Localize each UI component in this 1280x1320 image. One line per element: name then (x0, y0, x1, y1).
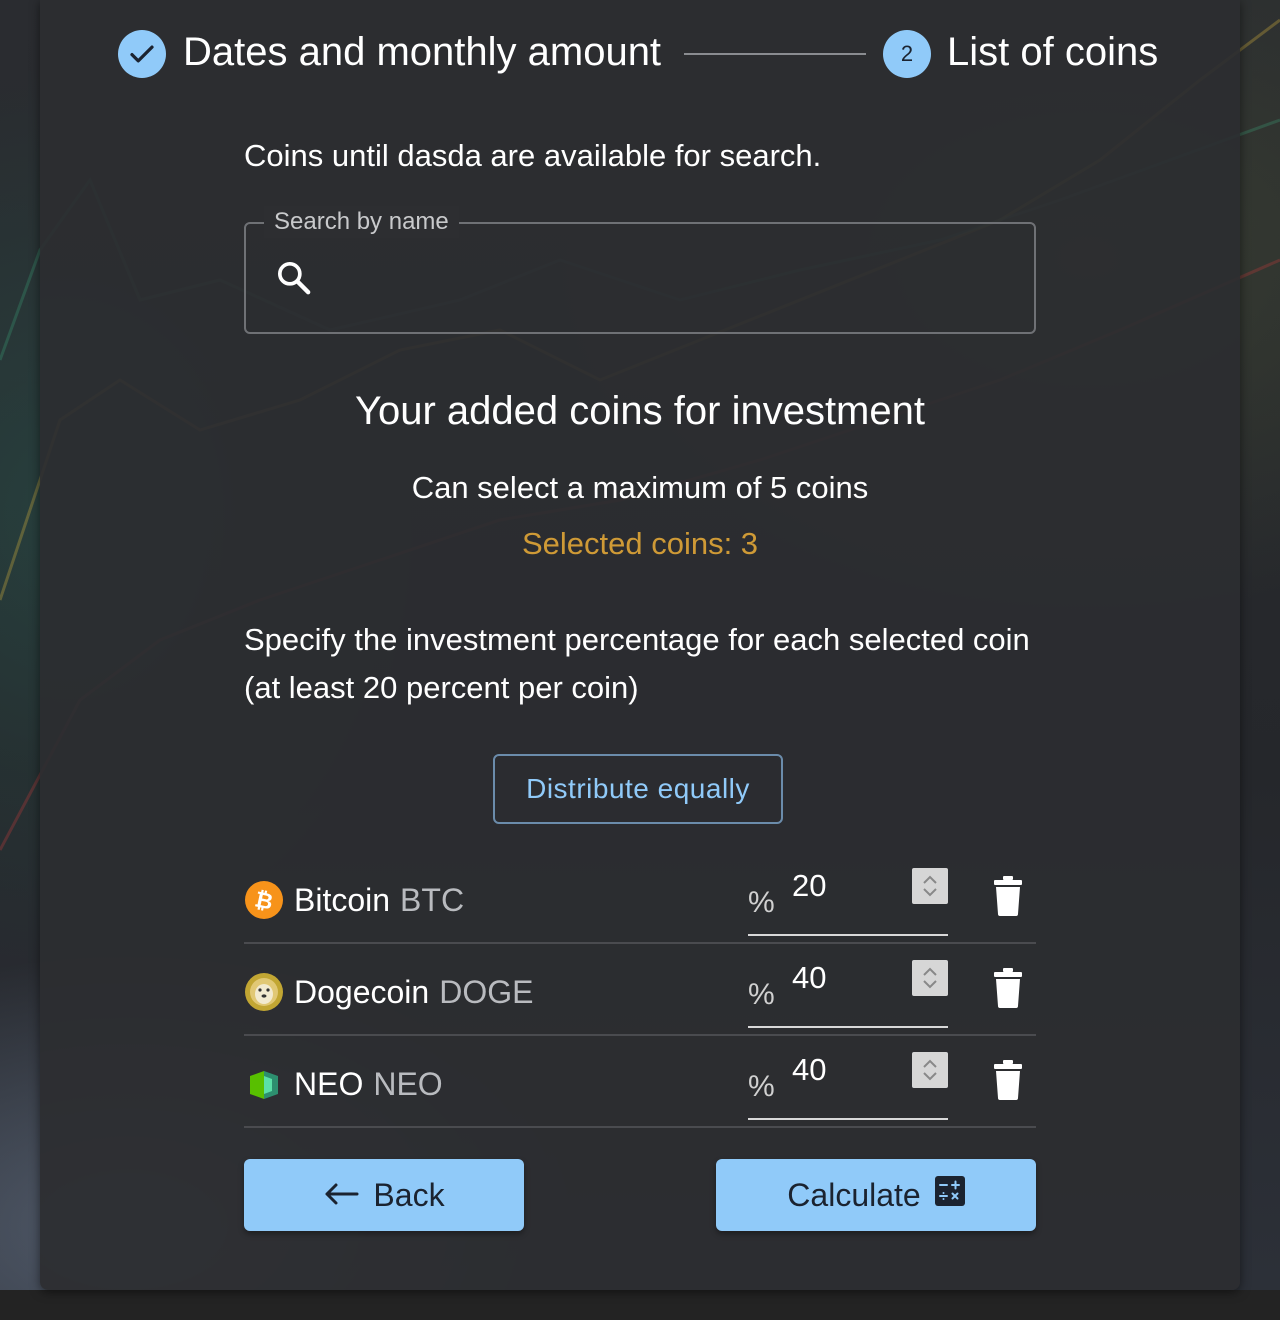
bitcoin-icon: ₿ (244, 880, 284, 920)
percentage-input-dogecoin[interactable]: 40 (792, 956, 902, 1000)
coin-row-neo: NEO NEO % 40 (244, 1036, 1036, 1128)
search-input[interactable] (332, 248, 1016, 306)
neo-icon (244, 1064, 284, 1104)
max-coins-text: Can select a maximum of 5 coins (411, 470, 869, 505)
footer-strip (0, 1290, 1280, 1320)
step2-number-badge: 2 (883, 30, 931, 78)
calculate-button-label: Calculate (787, 1176, 921, 1213)
search-field-label: Search by name (264, 206, 459, 238)
percentage-field-neo[interactable]: % 40 (748, 1048, 948, 1120)
stepper: Dates and monthly amount 2 List of coins (118, 28, 1202, 80)
back-button-label: Back (373, 1176, 445, 1213)
added-coins-title: Your added coins for investment (355, 389, 925, 433)
percentage-field-bitcoin[interactable]: % 20 (748, 864, 948, 936)
number-stepper-icon[interactable] (912, 868, 948, 904)
search-field[interactable]: Search by name (244, 206, 1036, 334)
percentage-input-bitcoin[interactable]: 20 (792, 864, 902, 908)
coin-name-label: Bitcoin BTC (294, 882, 465, 918)
number-stepper-icon[interactable] (912, 1052, 948, 1088)
percent-sign: % (748, 978, 775, 1011)
coin-row-bitcoin: ₿ Bitcoin BTC % 20 (244, 852, 1036, 944)
search-icon (274, 258, 314, 303)
dogecoin-icon (244, 972, 284, 1012)
percent-sign: % (748, 886, 775, 919)
selected-coins-count: Selected coins: 3 (521, 526, 759, 561)
step2-label: List of coins (947, 30, 1159, 74)
distribute-equally-button[interactable]: Distribute equally (493, 754, 783, 824)
percentage-input-neo[interactable]: 40 (792, 1048, 902, 1092)
search-info-text: Coins until dasda are available for sear… (244, 138, 822, 173)
step-connector (684, 53, 866, 55)
calculate-button[interactable]: Calculate (716, 1159, 1036, 1231)
coin-name-label: Dogecoin DOGE (294, 974, 534, 1010)
specify-percentage-text: Specify the investment percentage for ea… (244, 622, 1030, 705)
coin-symbol: BTC (400, 882, 465, 918)
step1-label[interactable]: Dates and monthly amount (183, 28, 661, 76)
step-completed-check-icon (118, 30, 166, 78)
delete-coin-icon[interactable] (992, 876, 1024, 916)
back-button[interactable]: Back (244, 1159, 524, 1231)
number-stepper-icon[interactable] (912, 960, 948, 996)
arrow-left-icon (323, 1177, 359, 1214)
coin-symbol: DOGE (439, 974, 534, 1010)
delete-coin-icon[interactable] (992, 1060, 1024, 1100)
percentage-field-dogecoin[interactable]: % 40 (748, 956, 948, 1028)
coin-row-dogecoin: Dogecoin DOGE % 40 (244, 944, 1036, 1036)
delete-coin-icon[interactable] (992, 968, 1024, 1008)
coin-name-label: NEO NEO (294, 1066, 443, 1102)
coin-symbol: NEO (373, 1066, 443, 1102)
calculator-icon (934, 1176, 965, 1214)
percent-sign: % (748, 1070, 775, 1103)
